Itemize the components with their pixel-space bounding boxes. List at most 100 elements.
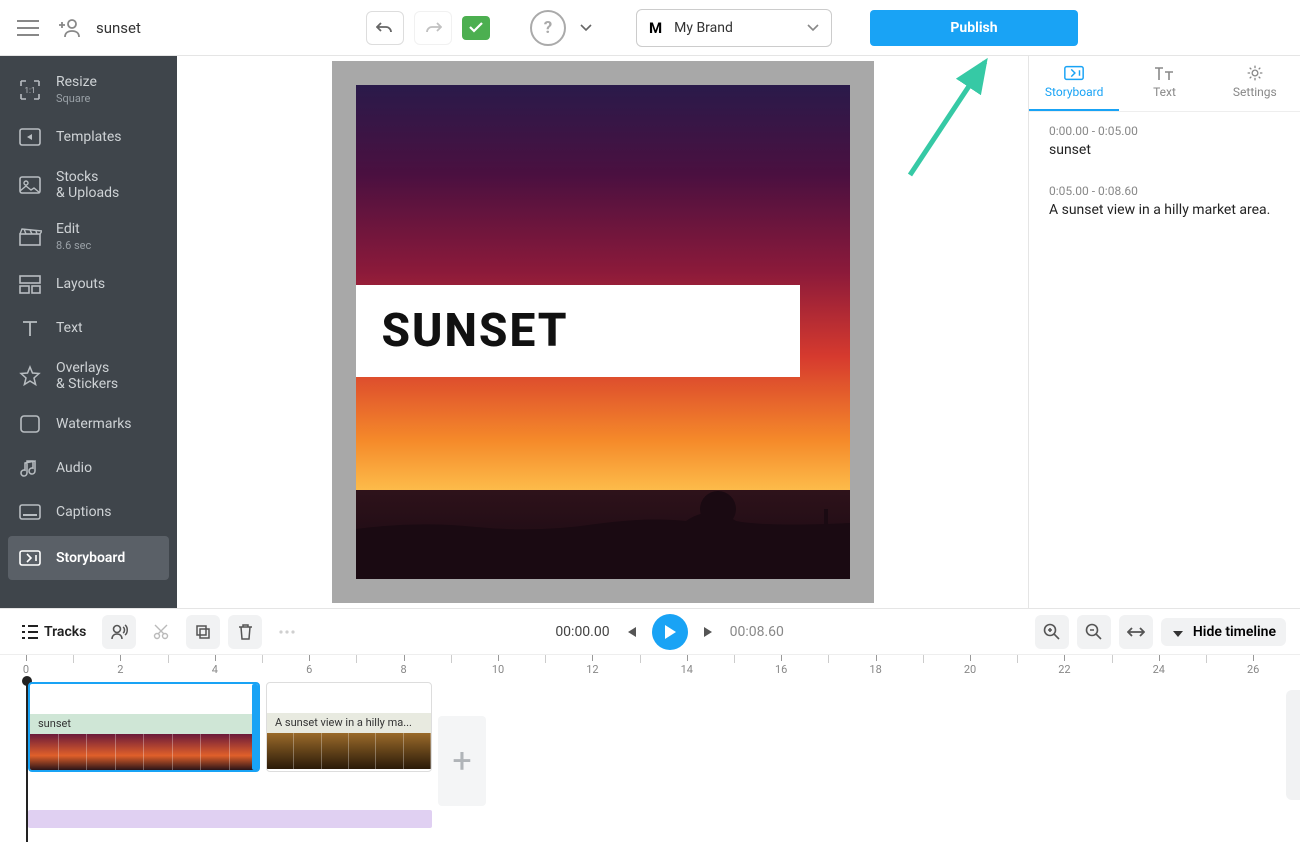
ruler-label: 14 — [681, 663, 693, 676]
collapse-icon — [1171, 625, 1185, 639]
more-button[interactable] — [270, 615, 304, 649]
sidebar-item-layouts[interactable]: Layouts — [0, 262, 177, 306]
clip-label: A sunset view in a hilly ma... — [267, 713, 431, 733]
help-dropdown-icon[interactable] — [580, 24, 592, 32]
canvas-title-text: SUNSET — [382, 304, 569, 358]
video-preview[interactable]: SUNSET — [356, 85, 850, 579]
current-time: 00:00.00 — [555, 624, 609, 640]
sidebar-label: Stocks & Uploads — [56, 169, 119, 201]
storyboard-scene-1[interactable]: 0:00.00 - 0:05.00 sunset — [1029, 112, 1300, 172]
copy-button[interactable] — [186, 615, 220, 649]
scene-text: A sunset view in a hilly market area. — [1049, 201, 1280, 220]
sidebar-item-templates[interactable]: Templates — [0, 115, 177, 159]
ruler-label: 20 — [964, 663, 976, 676]
scene-timecode: 0:00.00 - 0:05.00 — [1049, 124, 1280, 138]
add-user-icon[interactable] — [54, 12, 86, 44]
sidebar-item-stocks[interactable]: Stocks & Uploads — [0, 159, 177, 211]
fit-button[interactable] — [1119, 615, 1153, 649]
sidebar-item-audio[interactable]: Audio — [0, 446, 177, 490]
expand-handle[interactable] — [1286, 690, 1300, 800]
tab-settings[interactable]: Settings — [1210, 56, 1300, 111]
tab-storyboard[interactable]: Storyboard — [1029, 56, 1119, 111]
add-clip-button[interactable]: + — [438, 716, 486, 806]
sidebar-item-resize[interactable]: 1:1 ResizeSquare — [0, 64, 177, 115]
sidebar-item-watermarks[interactable]: Watermarks — [0, 402, 177, 446]
play-button[interactable] — [652, 614, 688, 650]
prev-frame-button[interactable] — [624, 625, 638, 639]
star-icon — [18, 364, 42, 388]
brand-letter: M — [649, 19, 662, 37]
save-status-icon — [462, 16, 490, 40]
sidebar-label: Storyboard — [56, 550, 125, 566]
right-panel-tabs: Storyboard Text Settings — [1029, 56, 1300, 112]
sidebar-item-edit[interactable]: Edit8.6 sec — [0, 211, 177, 262]
sidebar-item-captions[interactable]: Captions — [0, 490, 177, 534]
ruler-label: 0 — [23, 663, 29, 676]
help-button[interactable]: ? — [530, 10, 566, 46]
redo-button[interactable] — [414, 11, 452, 45]
ruler-label: 10 — [492, 663, 504, 676]
timeline-ruler[interactable]: 02468101214161820222426 — [0, 654, 1300, 682]
tab-text[interactable]: Text — [1119, 56, 1209, 111]
ruler-label: 16 — [775, 663, 787, 676]
tracks-label: Tracks — [44, 624, 86, 640]
ruler-label: 18 — [869, 663, 881, 676]
total-time: 00:08.60 — [730, 624, 784, 640]
clip-resize-handle[interactable] — [252, 684, 260, 770]
text-icon — [1153, 64, 1175, 82]
sidebar-item-text[interactable]: Text — [0, 306, 177, 350]
timeline-controls: Tracks 00:00.00 00:08.60 Hide timeline — [0, 608, 1300, 654]
sidebar-label: Overlays & Stickers — [56, 360, 118, 392]
clip-2[interactable]: A sunset view in a hilly ma... — [266, 682, 432, 772]
sidebar-sublabel: 8.6 sec — [56, 239, 91, 252]
sidebar-label: Layouts — [56, 276, 105, 292]
ruler-label: 12 — [586, 663, 598, 676]
cut-button[interactable] — [144, 615, 178, 649]
sidebar-label: Audio — [56, 460, 92, 476]
list-icon — [22, 625, 38, 639]
image-icon — [18, 173, 42, 197]
zoom-in-button[interactable] — [1035, 615, 1069, 649]
delete-button[interactable] — [228, 615, 262, 649]
tab-label: Settings — [1233, 85, 1277, 99]
tracks-button[interactable]: Tracks — [14, 618, 94, 646]
audio-icon — [18, 456, 42, 480]
brand-selector[interactable]: M My Brand — [636, 9, 832, 47]
scene-timecode: 0:05.00 - 0:08.60 — [1049, 184, 1280, 198]
sidebar-item-storyboard[interactable]: Storyboard — [8, 536, 169, 580]
brand-name: My Brand — [674, 20, 795, 36]
ruler-label: 4 — [212, 663, 218, 676]
audio-track[interactable] — [28, 810, 432, 828]
tab-label: Text — [1153, 85, 1176, 99]
menu-icon[interactable] — [12, 12, 44, 44]
clip-label: sunset — [30, 714, 258, 734]
templates-icon — [18, 125, 42, 149]
layouts-icon — [18, 272, 42, 296]
sidebar-label: Captions — [56, 504, 112, 520]
sidebar-label: Templates — [56, 129, 122, 145]
project-title-input[interactable] — [96, 19, 236, 37]
hide-timeline-button[interactable]: Hide timeline — [1161, 618, 1286, 646]
storyboard-icon — [18, 546, 42, 570]
title-overlay[interactable]: SUNSET — [356, 285, 800, 377]
canvas-frame[interactable]: SUNSET — [332, 61, 874, 603]
undo-button[interactable] — [366, 11, 404, 45]
captions-icon — [18, 500, 42, 524]
voiceover-button[interactable] — [102, 615, 136, 649]
next-frame-button[interactable] — [702, 625, 716, 639]
chevron-down-icon — [807, 24, 819, 32]
storyboard-scene-2[interactable]: 0:05.00 - 0:08.60 A sunset view in a hil… — [1029, 172, 1300, 232]
ruler-label: 6 — [306, 663, 312, 676]
tab-label: Storyboard — [1045, 85, 1103, 99]
ruler-label: 22 — [1058, 663, 1070, 676]
ruler-label: 26 — [1247, 663, 1259, 676]
sidebar-item-overlays[interactable]: Overlays & Stickers — [0, 350, 177, 402]
ruler-label: 2 — [117, 663, 123, 676]
publish-button[interactable]: Publish — [870, 10, 1078, 46]
resize-icon: 1:1 — [18, 78, 42, 102]
timeline-tracks[interactable]: sunset A sunset view in a hilly ma... + — [0, 682, 1300, 842]
watermark-icon — [18, 412, 42, 436]
sidebar-label: Text — [56, 320, 83, 336]
clip-1[interactable]: sunset — [28, 682, 260, 772]
zoom-out-button[interactable] — [1077, 615, 1111, 649]
